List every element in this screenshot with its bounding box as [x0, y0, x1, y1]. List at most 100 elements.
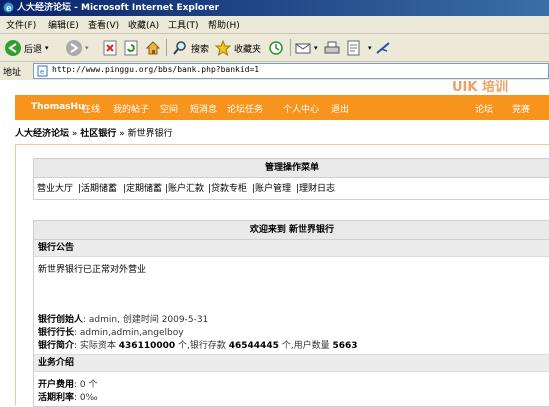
notice-text: 新世界银行已正常对外营业 — [38, 265, 147, 275]
address-url: http://www.pinggu.org/bbs/bank.php?banki… — [52, 65, 260, 74]
page-icon: e — [37, 65, 48, 77]
fee-line: 开户费用: 0 个 — [38, 377, 98, 390]
nav-messages[interactable]: 短消息 — [190, 102, 217, 115]
toolbar: 后退 ▾ ▾ 搜索 收藏夹 ▾ ▾ — [0, 34, 549, 62]
breadcrumb: 人大经济论坛 » 社区银行 » 新世界银行 — [15, 126, 173, 139]
nav-online[interactable]: 在线 — [82, 102, 100, 115]
nav-user-center[interactable]: 个人中心 — [283, 102, 319, 115]
site-nav: ThomasHu 在线 我的帖子 空间 短消息 论坛任务 个人中心 退出 论坛 … — [15, 95, 549, 120]
search-icon — [173, 41, 186, 55]
menu-finance-log[interactable]: |理财日志 — [296, 181, 335, 194]
forward-dropdown-icon: ▾ — [85, 44, 89, 52]
back-button[interactable]: 后退 ▾ — [5, 38, 49, 58]
favorites-label: 收藏夹 — [234, 44, 262, 55]
print-icon — [324, 41, 340, 54]
refresh-button[interactable] — [123, 38, 139, 58]
address-label: 地址 — [3, 68, 22, 78]
mail-icon — [295, 43, 311, 54]
menu-tools[interactable]: 工具(T) — [168, 18, 199, 31]
window-title: 人大经济论坛 - Microsoft Internet Explorer — [17, 3, 220, 13]
history-button[interactable] — [268, 38, 284, 58]
fee-label: 开户费用 — [38, 380, 75, 390]
print-button[interactable] — [324, 38, 340, 58]
nav-logout[interactable]: 退出 — [331, 102, 349, 115]
svg-text:e: e — [40, 68, 44, 76]
svg-text:UIK 培训: UIK 培训 — [452, 80, 508, 95]
edit-button[interactable] — [346, 38, 362, 58]
messenger-dropdown-icon: ▾ — [368, 44, 372, 52]
breadcrumb-section[interactable]: 社区银行 — [80, 129, 116, 139]
breadcrumb-separator: » — [119, 129, 125, 139]
breadcrumb-separator: » — [71, 129, 78, 139]
menu-loans[interactable]: |贷款专柜 — [208, 181, 247, 194]
nav-space[interactable]: 空间 — [160, 102, 178, 115]
menu-lobby[interactable]: 营业大厅 — [37, 181, 73, 194]
forward-button[interactable]: ▾ — [66, 38, 89, 58]
home-button[interactable] — [145, 38, 161, 58]
bank-panel: 欢迎来到 新世界银行 银行公告 新世界银行已正常对外营业 银行创始人: admi… — [33, 220, 549, 407]
intro-prefix: : 实际资本 — [74, 341, 119, 351]
toolbar-separator — [166, 39, 167, 56]
admin-menu-items: 营业大厅 |活期储蓄 |定期储蓄 |账户汇款 |贷款专柜 |账户管理 |理财日志 — [34, 178, 549, 198]
breadcrumb-forum[interactable]: 人大经济论坛 — [15, 129, 69, 139]
capital-value: 436110000 — [118, 341, 176, 351]
menu-demand-savings[interactable]: |活期储蓄 — [78, 181, 117, 194]
window-title-bar: e 人大经济论坛 - Microsoft Internet Explorer — [0, 0, 549, 16]
toolbar-separator — [290, 39, 291, 56]
svg-text:e: e — [6, 4, 12, 13]
notice-heading: 银行公告 — [34, 240, 549, 257]
menu-file[interactable]: 文件(F) — [6, 18, 36, 31]
deposits-value: 46544445 — [228, 341, 279, 351]
nav-my-posts[interactable]: 我的帖子 — [113, 102, 149, 115]
site-banner: UIK 培训 — [0, 80, 549, 95]
founder-line: 银行创始人: admin, 创建时间 2009-5-31 — [38, 312, 208, 325]
rate-line: 活期利率: 0‰ — [38, 390, 98, 403]
president-label: 银行行长 — [38, 328, 75, 338]
president-line: 银行行长: admin,admin,angelboy — [38, 325, 184, 338]
favorites-button[interactable]: 收藏夹 — [215, 38, 261, 58]
address-field[interactable]: e http://www.pinggu.org/bbs/bank.php?ban… — [33, 63, 549, 79]
president-value: : admin,admin,angelboy — [74, 328, 184, 338]
bank-panel-title: 欢迎来到 新世界银行 — [34, 221, 549, 240]
nav-forum[interactable]: 论坛 — [475, 102, 493, 115]
menu-edit[interactable]: 编辑(E) — [48, 18, 79, 31]
menu-remittance[interactable]: |账户汇款 — [165, 181, 204, 194]
fee-value: : 0 个 — [74, 380, 98, 390]
menu-view[interactable]: 查看(V) — [88, 18, 119, 31]
home-icon — [145, 41, 161, 55]
star-icon — [215, 40, 231, 56]
back-dropdown-icon: ▾ — [45, 44, 49, 52]
back-label: 后退 — [24, 44, 43, 55]
admin-menu-box: 管理操作菜单 营业大厅 |活期储蓄 |定期储蓄 |账户汇款 |贷款专柜 |账户管… — [33, 158, 549, 200]
refresh-icon — [124, 40, 138, 56]
breadcrumb-current: 新世界银行 — [127, 129, 173, 139]
menu-account-management[interactable]: |账户管理 — [252, 181, 291, 194]
nav-tasks[interactable]: 论坛任务 — [227, 102, 263, 115]
search-button[interactable]: 搜索 — [172, 38, 209, 58]
discuss-icon — [375, 42, 390, 54]
menu-help[interactable]: 帮助(H) — [208, 18, 240, 31]
search-label: 搜索 — [191, 44, 210, 55]
users-mid: 个,用户数量 — [278, 341, 333, 351]
deposits-mid: 个,银行存款 — [175, 341, 229, 351]
nav-contest[interactable]: 竞赛 — [512, 102, 530, 115]
address-bar: 地址 e http://www.pinggu.org/bbs/bank.php?… — [0, 62, 549, 81]
nav-username[interactable]: ThomasHu — [31, 102, 84, 112]
back-arrow-icon — [5, 40, 21, 56]
menu-fixed-savings[interactable]: |定期储蓄 — [123, 181, 162, 194]
menu-favorites[interactable]: 收藏(A) — [128, 18, 159, 31]
stop-icon — [103, 40, 117, 56]
founder-label: 银行创始人 — [38, 315, 84, 325]
site-logo-icon: UIK 培训 — [440, 80, 549, 95]
menu-bar: 文件(F) 编辑(E) 查看(V) 收藏(A) 工具(T) 帮助(H) — [0, 16, 549, 34]
messenger-button[interactable]: ▾ — [368, 38, 391, 58]
rate-label: 活期利率 — [38, 393, 75, 403]
mail-button[interactable]: ▾ — [295, 38, 318, 58]
rate-value: : 0‰ — [74, 393, 98, 403]
edit-page-icon — [347, 40, 360, 56]
business-heading: 业务介绍 — [34, 354, 549, 372]
admin-menu-title: 管理操作菜单 — [34, 159, 549, 178]
ie-logo-icon: e — [3, 2, 14, 13]
stop-button[interactable] — [102, 38, 118, 58]
mail-dropdown-icon: ▾ — [314, 44, 318, 52]
